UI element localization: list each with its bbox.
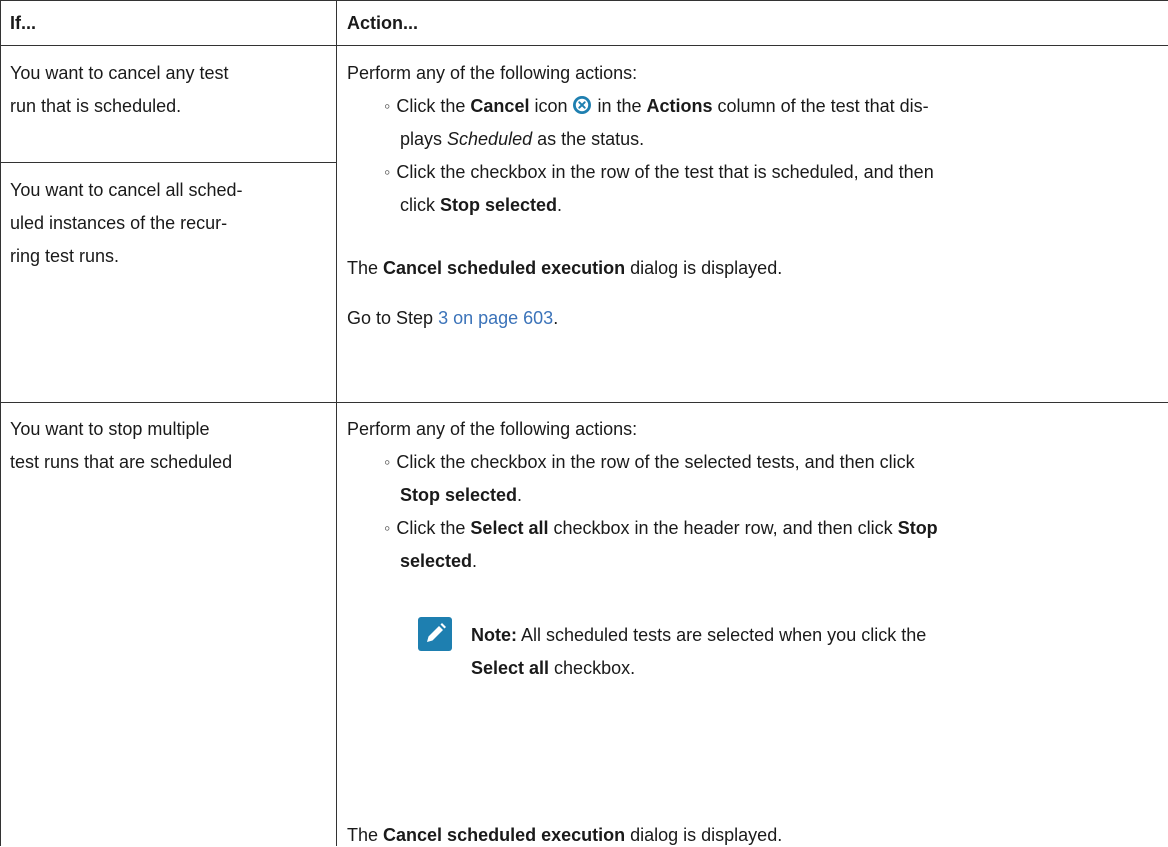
note-label: Note: bbox=[471, 625, 517, 645]
stop-selected-term: Stop selected bbox=[400, 485, 518, 505]
table-top-border bbox=[0, 0, 1168, 1]
header-if: If... bbox=[10, 13, 36, 33]
row1-bullet-1-cont: plays Scheduled as the status. bbox=[400, 129, 645, 149]
cancel-term: Cancel bbox=[470, 96, 530, 116]
stop-term: Stop bbox=[897, 518, 938, 538]
condition-line: uled instances of the recur- bbox=[10, 213, 228, 233]
row2-bullet-2-cont: selected. bbox=[400, 551, 478, 571]
selected-term: selected bbox=[400, 551, 473, 571]
row2-dialog-text: The Cancel scheduled execution dialog is… bbox=[347, 825, 783, 845]
note-icon bbox=[418, 617, 452, 651]
condition-line: You want to cancel all sched- bbox=[10, 180, 243, 200]
condition-line: You want to cancel any test bbox=[10, 63, 229, 83]
bullet-marker: ◦ bbox=[384, 162, 391, 182]
row1-bullet-2: ◦ Click the checkbox in the row of the te… bbox=[384, 162, 934, 182]
select-all-term: Select all bbox=[471, 658, 550, 678]
condition-line: ring test runs. bbox=[10, 246, 120, 266]
row1-sub-border bbox=[0, 162, 336, 163]
row1-dialog-text: The Cancel scheduled execution dialog is… bbox=[347, 258, 783, 278]
bullet-marker: ◦ bbox=[384, 96, 391, 116]
table-left-border bbox=[0, 0, 1, 846]
row1-bullet-1: ◦ Click the Cancel icon in the Actions co… bbox=[384, 96, 929, 116]
note-text: Note: All scheduled tests are selected w… bbox=[471, 625, 927, 645]
row1-intro: Perform any of the following actions: bbox=[347, 63, 638, 83]
bullet-marker: ◦ bbox=[384, 452, 391, 472]
dialog-name: Cancel scheduled execution bbox=[383, 258, 626, 278]
stop-selected-term: Stop selected bbox=[440, 195, 558, 215]
row2-bullet-2: ◦ Click the Select all checkbox in the he… bbox=[384, 518, 938, 538]
header-bottom-border bbox=[0, 45, 1168, 46]
cancel-icon bbox=[573, 96, 592, 114]
if-action-table: If... Action... You want to cancel any t… bbox=[0, 0, 1168, 846]
select-all-term: Select all bbox=[470, 518, 549, 538]
condition-line: You want to stop multiple bbox=[10, 419, 210, 439]
row2-bullet-1: ◦ Click the checkbox in the row of the se… bbox=[384, 452, 915, 472]
actions-term: Actions bbox=[646, 96, 713, 116]
bullet-marker: ◦ bbox=[384, 518, 391, 538]
step-link[interactable]: 3 on page 603 bbox=[438, 308, 553, 328]
column-divider bbox=[336, 0, 337, 846]
pencil-icon bbox=[427, 623, 446, 642]
row2-bullet-1-cont: Stop selected. bbox=[400, 485, 523, 505]
condition-line: run that is scheduled. bbox=[10, 96, 182, 116]
row2-intro: Perform any of the following actions: bbox=[347, 419, 638, 439]
row1-bullet-2-cont: click Stop selected. bbox=[400, 195, 563, 215]
header-action: Action... bbox=[347, 13, 418, 33]
scheduled-term: Scheduled bbox=[447, 129, 533, 149]
dialog-name: Cancel scheduled execution bbox=[383, 825, 626, 845]
row1-bottom-border bbox=[0, 402, 1168, 403]
condition-line: test runs that are scheduled bbox=[10, 452, 233, 472]
row1-goto-text: Go to Step 3 on page 603. bbox=[347, 308, 559, 328]
note-text-cont: Select all checkbox. bbox=[471, 658, 636, 678]
